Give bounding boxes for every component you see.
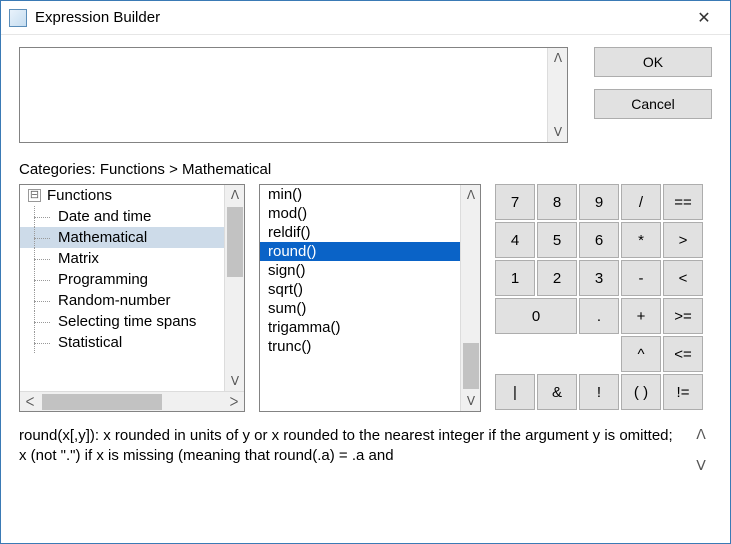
operator-keypad: 789/== 456*>123-<0.+>=^<= |&!( )!= [495, 184, 712, 412]
function-item[interactable]: trigamma() [260, 318, 460, 337]
keypad-button[interactable]: <= [663, 336, 703, 372]
keypad-button[interactable]: > [663, 222, 703, 258]
keypad-button[interactable]: ( ) [621, 374, 661, 410]
app-icon [9, 9, 27, 27]
description-text: round(x[,y]): x rounded in units of y or… [19, 426, 682, 467]
keypad-button[interactable]: 9 [579, 184, 619, 220]
description-row: round(x[,y]): x rounded in units of y or… [19, 426, 712, 474]
keypad-button[interactable]: < [663, 260, 703, 296]
cancel-button[interactable]: Cancel [594, 89, 712, 119]
tree-item[interactable]: Matrix [20, 248, 224, 269]
tree-item[interactable]: Statistical [20, 332, 224, 353]
description-scroll[interactable]: ᐱ ᐯ [690, 426, 712, 474]
scroll-down-icon[interactable]: ᐯ [548, 122, 568, 142]
scroll-down-icon[interactable]: ᐯ [461, 391, 480, 411]
tree-item[interactable]: Random-number [20, 290, 224, 311]
keypad-button[interactable]: == [663, 184, 703, 220]
function-item[interactable]: min() [260, 185, 460, 204]
scroll-right-icon[interactable]: ᐳ [224, 392, 244, 412]
function-item[interactable]: reldif() [260, 223, 460, 242]
tree-item[interactable]: Programming [20, 269, 224, 290]
keypad-button[interactable]: ^ [621, 336, 661, 372]
tree-scroll-h[interactable]: ᐸ ᐳ [20, 391, 244, 411]
tree-item[interactable]: Mathematical [20, 227, 224, 248]
function-item[interactable]: sign() [260, 261, 460, 280]
expression-box: ᐱ ᐯ [19, 47, 568, 143]
tree-item[interactable]: Selecting time spans [20, 311, 224, 332]
keypad-button[interactable]: . [579, 298, 619, 334]
scroll-up-icon[interactable]: ᐱ [548, 48, 568, 68]
keypad-button[interactable]: 6 [579, 222, 619, 258]
scroll-thumb[interactable] [463, 343, 479, 389]
keypad-button[interactable]: * [621, 222, 661, 258]
close-button[interactable]: ✕ [682, 3, 726, 33]
keypad-button[interactable]: 2 [537, 260, 577, 296]
scroll-down-icon[interactable]: ᐯ [225, 371, 244, 391]
scroll-down-icon[interactable]: ᐯ [696, 457, 706, 474]
scroll-thumb[interactable] [42, 394, 162, 410]
scroll-up-icon[interactable]: ᐱ [696, 426, 706, 443]
keypad-button[interactable]: 1 [495, 260, 535, 296]
keypad-button[interactable]: != [663, 374, 703, 410]
functions-list: min()mod()reldif()round()sign()sqrt()sum… [259, 184, 481, 412]
tree-root[interactable]: Functions [20, 185, 224, 206]
keypad-button[interactable]: | [495, 374, 535, 410]
function-item[interactable]: sum() [260, 299, 460, 318]
ok-button[interactable]: OK [594, 47, 712, 77]
function-item[interactable]: sqrt() [260, 280, 460, 299]
function-item[interactable]: mod() [260, 204, 460, 223]
scroll-up-icon[interactable]: ᐱ [225, 185, 244, 205]
scroll-thumb[interactable] [227, 207, 243, 277]
scroll-left-icon[interactable]: ᐸ [20, 392, 40, 412]
keypad-button[interactable]: 4 [495, 222, 535, 258]
mid-row: FunctionsDate and timeMathematicalMatrix… [19, 184, 712, 412]
keypad-button[interactable]: 8 [537, 184, 577, 220]
keypad-button[interactable]: - [621, 260, 661, 296]
keypad-button[interactable]: >= [663, 298, 703, 334]
function-item[interactable]: round() [260, 242, 460, 261]
keypad-button[interactable]: + [621, 298, 661, 334]
titlebar: Expression Builder ✕ [1, 1, 730, 35]
breadcrumb: Categories: Functions > Mathematical [19, 161, 712, 178]
tree-scroll-v[interactable]: ᐱ ᐯ [224, 185, 244, 391]
keypad-button[interactable]: 7 [495, 184, 535, 220]
function-list-body[interactable]: min()mod()reldif()round()sign()sqrt()sum… [260, 185, 460, 411]
scroll-up-icon[interactable]: ᐱ [461, 185, 480, 205]
close-icon: ✕ [697, 8, 710, 28]
func-scroll-v[interactable]: ᐱ ᐯ [460, 185, 480, 411]
keypad-button[interactable]: / [621, 184, 661, 220]
keypad-button[interactable]: 0 [495, 298, 577, 334]
tree-item[interactable]: Date and time [20, 206, 224, 227]
keypad-button[interactable]: 3 [579, 260, 619, 296]
categories-tree: FunctionsDate and timeMathematicalMatrix… [19, 184, 245, 412]
dialog-window: Expression Builder ✕ ᐱ ᐯ OK Cancel Categ… [0, 0, 731, 544]
window-title: Expression Builder [35, 9, 682, 26]
function-item[interactable]: trunc() [260, 337, 460, 356]
tree-list[interactable]: FunctionsDate and timeMathematicalMatrix… [20, 185, 224, 391]
keypad-button[interactable]: ! [579, 374, 619, 410]
top-row: ᐱ ᐯ OK Cancel [19, 47, 712, 143]
action-buttons: OK Cancel [594, 47, 712, 143]
expression-input[interactable] [20, 48, 547, 142]
keypad-button[interactable]: & [537, 374, 577, 410]
dialog-content: ᐱ ᐯ OK Cancel Categories: Functions > Ma… [1, 35, 730, 543]
expression-scrollbar[interactable]: ᐱ ᐯ [547, 48, 567, 142]
keypad-button[interactable]: 5 [537, 222, 577, 258]
